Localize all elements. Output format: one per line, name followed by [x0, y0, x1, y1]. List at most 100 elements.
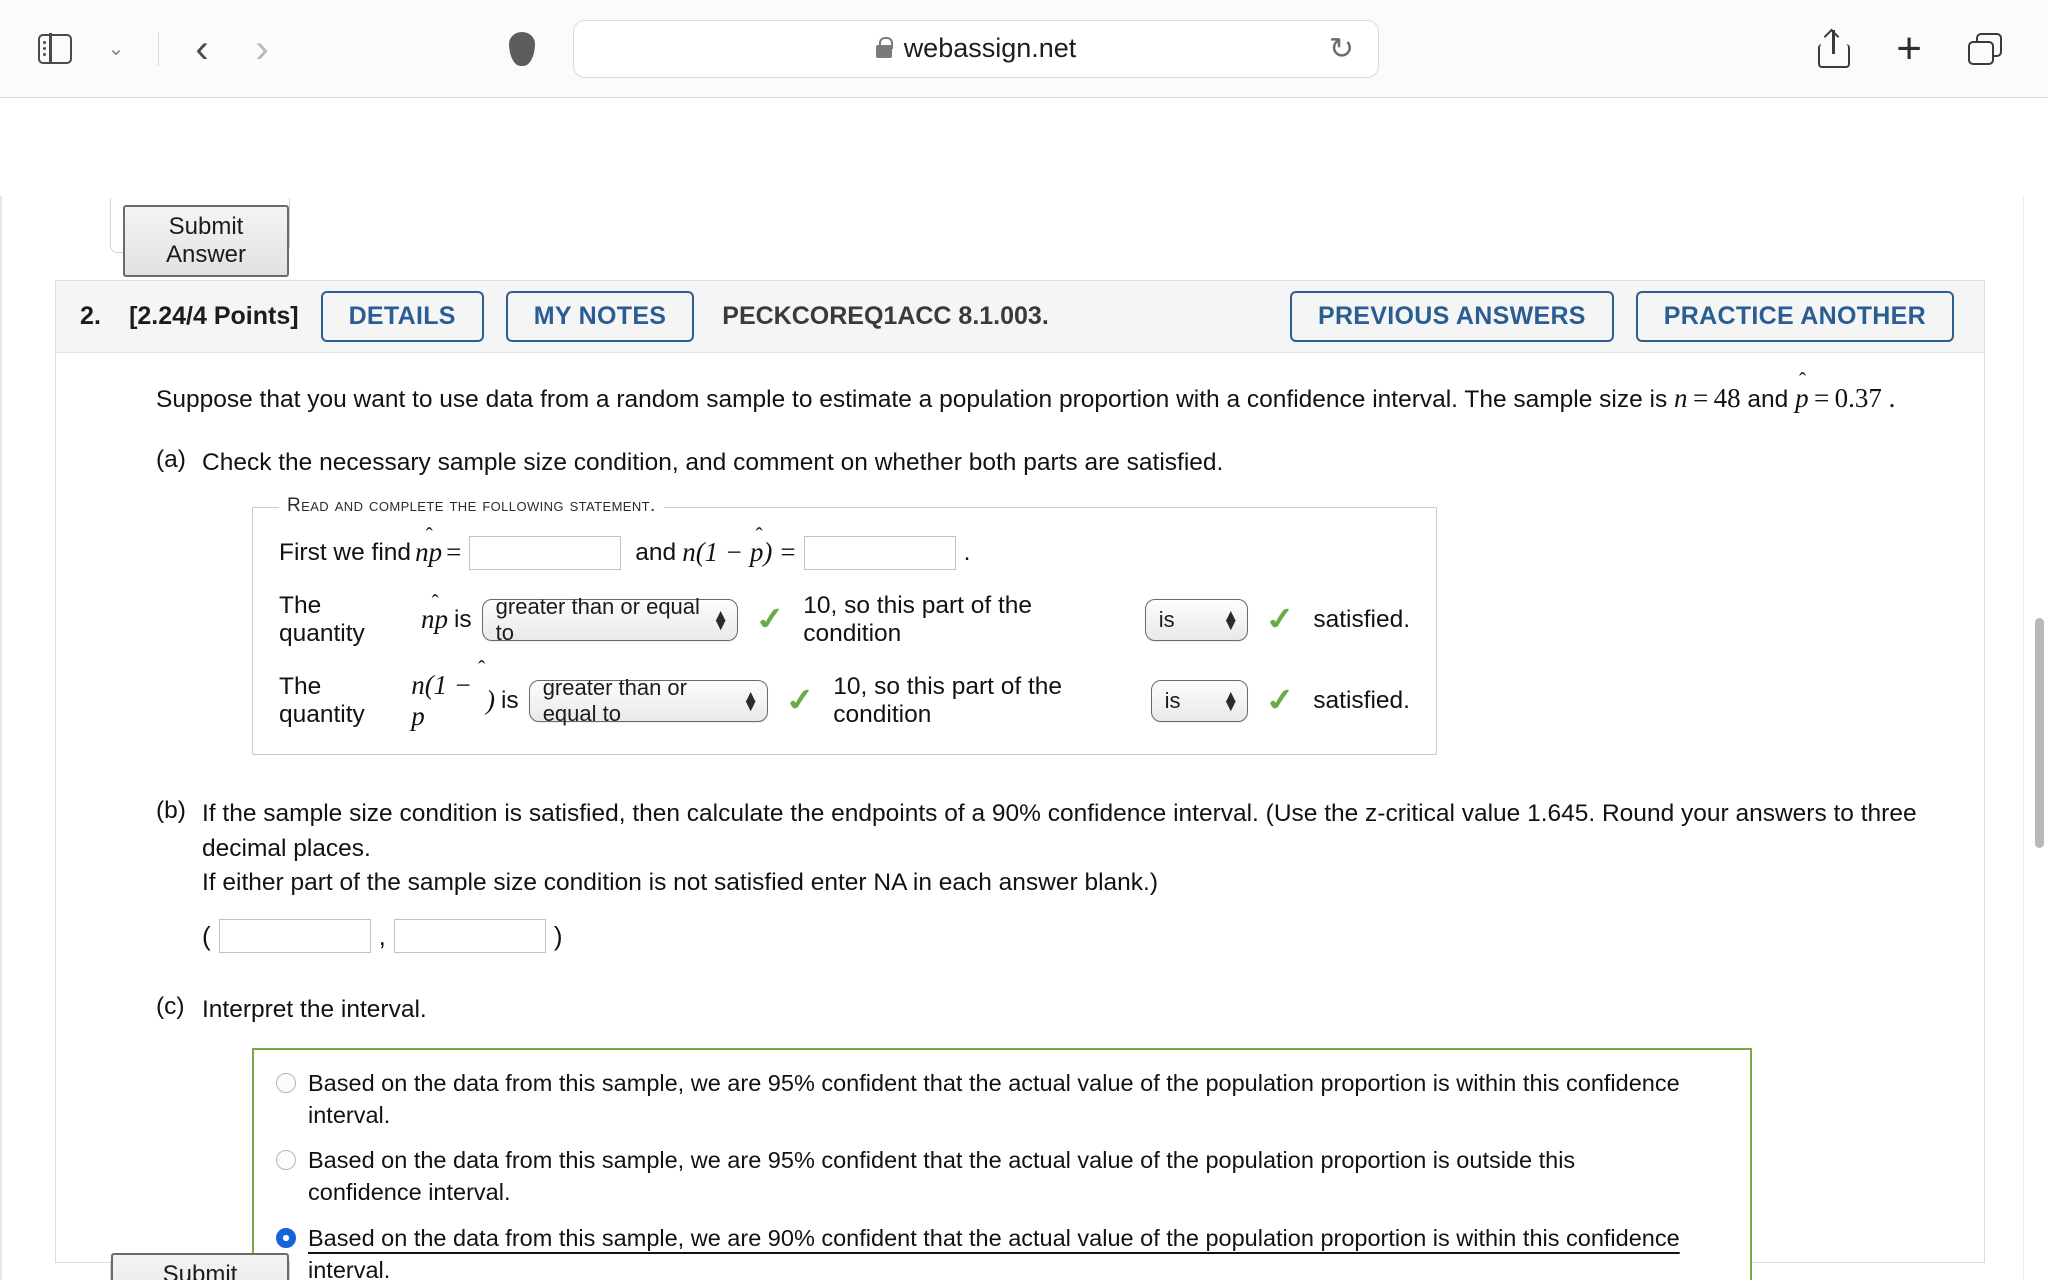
submit-answer-button-top[interactable]: Submit Answer [123, 205, 289, 277]
n1p-comparison-correct-icon: ✓ [782, 682, 820, 720]
page-right-rule [2023, 196, 2024, 1280]
n1p-condition-select[interactable]: is ▲ ▼ [1150, 679, 1249, 722]
fieldset-line-2: The quantity np ˆ is greater than or equa… [279, 590, 1410, 648]
details-button[interactable]: DETAILS [320, 291, 484, 342]
line1-tail: . [963, 538, 971, 566]
option-row[interactable]: Based on the data from this sample, we a… [276, 1145, 1728, 1208]
address-bar[interactable]: webassign.net ↻ [573, 19, 1379, 78]
tab-overview-icon[interactable] [1968, 32, 2002, 65]
np-condition-select[interactable]: is ▲ ▼ [1144, 598, 1249, 641]
line1-middle: and [635, 538, 677, 566]
np-comparison-correct-icon: ✓ [752, 601, 790, 639]
sidebar-toggle-button[interactable] [28, 22, 82, 76]
n1p-comparison-select-value: greater than or equal to [542, 674, 687, 726]
n1p-comparison-select[interactable]: greater than or equal to ▲ ▼ [528, 675, 769, 726]
question-card-2: 2. [2.24/4 Points] DETAILS MY NOTES PECK… [55, 280, 1985, 1280]
np-comparison-select-value: greater than or equal to [495, 593, 700, 645]
line3-symbol-close: ) [485, 685, 495, 716]
line1-lead: First we find [279, 538, 412, 566]
part-c: (c) Interpret the interval. [156, 993, 1944, 1028]
toolbar-divider [158, 31, 159, 66]
line1-expr-close: ) [763, 537, 773, 568]
np-condition-correct-icon: ✓ [1262, 601, 1300, 639]
reload-icon[interactable]: ↻ [1329, 31, 1354, 66]
np-comparison-select[interactable]: greater than or equal to ▲ ▼ [481, 594, 739, 645]
privacy-shield-icon[interactable] [509, 31, 535, 66]
submit-answer-button-bottom[interactable]: Submit Answer [111, 1252, 289, 1280]
back-button[interactable]: ‹ [175, 22, 229, 76]
question-stem: Suppose that you want to use data from a… [156, 368, 1944, 418]
previous-answers-button[interactable]: PREVIOUS ANSWERS [1289, 291, 1614, 342]
expr-hat-accent: ˆ [755, 523, 763, 548]
stem-n-value: 48 [1713, 383, 1741, 413]
forward-button[interactable]: › [235, 22, 289, 76]
comma-separator: , [378, 920, 386, 951]
question-header: 2. [2.24/4 Points] DETAILS MY NOTES PECK… [56, 281, 1984, 353]
fieldset-legend: Read and complete the following statemen… [279, 494, 664, 517]
read-and-complete-fieldset: Read and complete the following statemen… [252, 494, 1437, 755]
confidence-interval-answer-row: ( , ) [202, 919, 1944, 954]
stem-n-eq: = [1687, 383, 1714, 413]
chevron-down-icon: ⌄ [107, 38, 125, 60]
radio-option-1[interactable] [276, 1073, 296, 1094]
radio-option-1-label: Based on the data from this sample, we a… [308, 1070, 1680, 1128]
line2-is-word: is [453, 605, 472, 633]
part-b-text-line2: If either part of the sample size condit… [202, 869, 1159, 897]
share-icon[interactable] [1818, 28, 1851, 68]
line2-tail: satisfied. [1313, 605, 1410, 633]
radio-option-3-label: Based on the data from this sample, we a… [308, 1224, 1680, 1280]
line3-tail: satisfied. [1313, 686, 1410, 714]
n1p-condition-select-value: is [1164, 687, 1181, 713]
part-c-text: Interpret the interval. [202, 996, 427, 1024]
n1p-condition-correct-icon: ✓ [1262, 682, 1300, 720]
page-content: Submit Answer 2. [2.24/4 Points] DETAILS… [0, 98, 2048, 1280]
line1-expr: n(1 − p [682, 537, 764, 568]
sidebar-icon [38, 33, 72, 64]
part-a-label: (a) [156, 446, 186, 474]
question-number: 2. [80, 302, 102, 330]
n-one-minus-p-answer-input[interactable] [803, 535, 956, 570]
practice-another-button[interactable]: PRACTICE ANOTHER [1635, 291, 1954, 342]
p-hat-accent: ˆ [1799, 368, 1807, 392]
part-a-text: Check the necessary sample size conditio… [202, 449, 1224, 477]
open-paren: ( [202, 920, 211, 951]
my-notes-button[interactable]: MY NOTES [505, 291, 695, 342]
select-arrows-icon: ▲ ▼ [1222, 686, 1240, 715]
ci-upper-bound-input[interactable] [393, 919, 546, 954]
lock-icon [875, 36, 893, 58]
line3-lead: The quantity [279, 672, 365, 728]
select-arrows-icon: ▲ ▼ [742, 686, 760, 715]
question-body: Suppose that you want to use data from a… [56, 353, 1984, 1280]
part-b-text-line1: If the sample size condition is satisfie… [202, 799, 1917, 862]
previous-question-submit-container: Submit Answer [110, 198, 290, 277]
browser-toolbar: ⌄ ‹ › webassign.net ↻ + [0, 0, 2048, 98]
fieldset-line-1: First we find np ˆ = and n(1 − p ˆ) = . [279, 523, 1410, 570]
radio-option-2[interactable] [276, 1150, 296, 1171]
np-answer-input[interactable] [469, 535, 622, 570]
stem-period: . [1881, 383, 1896, 413]
address-bar-text: webassign.net [903, 33, 1077, 63]
vertical-scrollbar[interactable] [2035, 618, 2044, 848]
sidebar-dropdown-button[interactable]: ⌄ [88, 22, 142, 76]
option-row[interactable]: Based on the data from this sample, we a… [276, 1223, 1728, 1280]
ci-lower-bound-input[interactable] [218, 919, 371, 954]
question-points: [2.24/4 Points] [129, 302, 299, 330]
option-row[interactable]: Based on the data from this sample, we a… [276, 1068, 1728, 1131]
back-arrow-icon: ‹ [195, 26, 209, 71]
page-left-rule [0, 196, 2, 1280]
line3-hat-accent: ˆ [478, 655, 486, 680]
select-arrows-icon: ▲ ▼ [712, 605, 730, 634]
part-b-label: (b) [156, 796, 186, 824]
new-tab-icon[interactable]: + [1896, 26, 1922, 71]
line1-eq: = [446, 537, 462, 568]
radio-option-3[interactable] [276, 1227, 296, 1248]
part-c-label: (c) [156, 993, 185, 1021]
part-a: (a) Check the necessary sample size cond… [156, 446, 1944, 481]
stem-and: and [1740, 386, 1796, 413]
stem-p-eq: = [1808, 383, 1835, 413]
line3-mid: 10, so this part of the condition [833, 672, 1063, 728]
close-paren: ) [553, 920, 563, 951]
question-2-submit-container: Submit Answer [110, 1252, 290, 1280]
forward-arrow-icon: › [255, 26, 269, 71]
interpretation-options-group: Based on the data from this sample, we a… [252, 1048, 1752, 1280]
